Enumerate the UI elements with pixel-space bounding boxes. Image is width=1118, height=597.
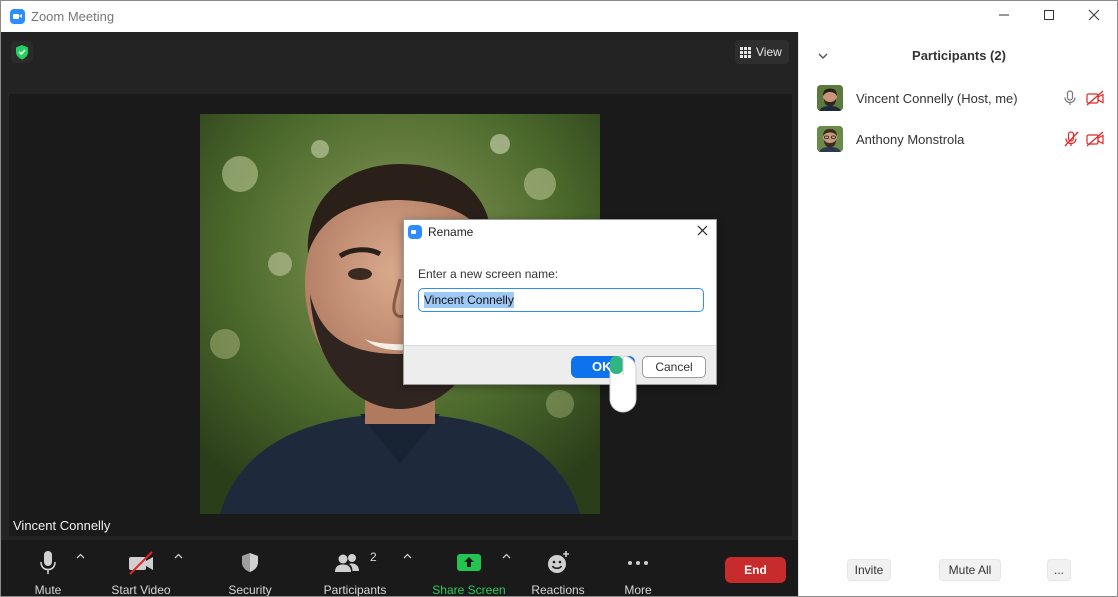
invite-button[interactable]: Invite — [847, 559, 891, 581]
maximize-icon — [1044, 10, 1054, 20]
video-off-icon — [129, 551, 153, 575]
zoom-window: Zoom Meeting View Vincent Connelly Mute … — [0, 0, 1118, 597]
share-screen-label: Share Screen — [432, 583, 506, 597]
window-title: Zoom Meeting — [31, 9, 115, 24]
share-options-caret[interactable] — [502, 550, 511, 562]
chevron-up-icon — [403, 553, 412, 559]
shield-icon — [242, 553, 258, 572]
maximize-button[interactable] — [1034, 5, 1064, 27]
video-options-caret[interactable] — [174, 550, 183, 562]
dialog-close-button[interactable] — [692, 223, 712, 241]
mouse-pointer-icon — [609, 355, 637, 413]
encryption-badge[interactable] — [11, 41, 33, 63]
participants-label: Participants — [323, 583, 387, 597]
participants-header: Participants (2) — [799, 46, 1117, 66]
audio-options-caret[interactable] — [76, 550, 85, 562]
video-off-icon[interactable] — [1086, 90, 1104, 111]
more-label: More — [624, 583, 652, 597]
mute-button[interactable]: Mute — [23, 548, 73, 597]
share-screen-button[interactable]: Share Screen — [431, 548, 507, 597]
shield-check-icon — [16, 45, 28, 60]
people-icon — [335, 554, 359, 572]
participant-row[interactable]: Anthony Monstrola — [799, 122, 1117, 156]
participants-panel: Participants (2) Vincent Connelly (Host,… — [798, 32, 1117, 596]
chevron-up-icon — [174, 553, 183, 559]
security-button[interactable]: Security — [220, 548, 280, 597]
minimize-button[interactable] — [989, 5, 1019, 27]
grid-icon — [740, 47, 751, 59]
more-button[interactable]: More — [613, 548, 663, 597]
avatar-image — [817, 126, 843, 152]
mic-muted-icon[interactable] — [1063, 131, 1079, 152]
speaker-name-tag: Vincent Connelly — [9, 516, 115, 536]
participants-count-badge: 2 — [370, 550, 377, 564]
chevron-up-icon — [76, 553, 85, 559]
cancel-button[interactable]: Cancel — [642, 356, 706, 378]
chevron-up-icon — [502, 553, 511, 559]
screen-name-input[interactable]: Vincent Connelly — [418, 288, 704, 312]
avatar-image — [817, 85, 843, 111]
close-icon — [1088, 9, 1100, 21]
dialog-footer: OK Cancel — [404, 345, 716, 384]
title-bar: Zoom Meeting — [1, 1, 1117, 32]
rename-prompt: Enter a new screen name: — [418, 267, 559, 281]
close-button[interactable] — [1079, 5, 1109, 27]
end-meeting-button[interactable]: End — [725, 557, 786, 583]
participants-title: Participants (2) — [912, 48, 1006, 63]
participants-options-caret[interactable] — [403, 550, 412, 562]
dialog-title: Rename — [428, 225, 474, 239]
start-video-button[interactable]: Start Video — [105, 548, 177, 597]
avatar — [817, 126, 843, 152]
smiley-plus-icon — [548, 551, 569, 573]
start-video-label: Start Video — [111, 583, 171, 597]
participant-name: Vincent Connelly (Host, me) — [856, 91, 1018, 106]
rename-dialog: Rename Enter a new screen name: Vincent … — [403, 219, 717, 385]
mute-label: Mute — [34, 583, 62, 597]
zoom-app-icon — [408, 225, 422, 239]
share-screen-icon — [457, 554, 481, 571]
more-dots-icon — [628, 561, 648, 565]
zoom-app-icon — [10, 9, 25, 24]
reactions-label: Reactions — [531, 583, 585, 597]
minimize-icon — [999, 14, 1009, 16]
participant-row[interactable]: Vincent Connelly (Host, me) — [799, 81, 1117, 115]
participant-name: Anthony Monstrola — [856, 132, 965, 147]
close-icon — [697, 225, 707, 236]
view-button[interactable]: View — [735, 40, 789, 64]
mic-icon[interactable] — [1063, 90, 1077, 111]
meeting-toolbar: Mute Start Video Security 2 Participants… — [1, 540, 798, 597]
view-label: View — [756, 45, 782, 59]
participants-button[interactable]: 2 Participants — [320, 548, 390, 597]
microphone-icon — [40, 551, 56, 574]
screen-name-value: Vincent Connelly — [424, 292, 514, 308]
security-label: Security — [228, 583, 272, 597]
panel-more-button[interactable]: ... — [1047, 559, 1071, 581]
reactions-button[interactable]: Reactions — [528, 548, 588, 597]
avatar — [817, 85, 843, 111]
video-off-icon[interactable] — [1086, 131, 1104, 152]
mute-all-button[interactable]: Mute All — [939, 559, 1001, 581]
